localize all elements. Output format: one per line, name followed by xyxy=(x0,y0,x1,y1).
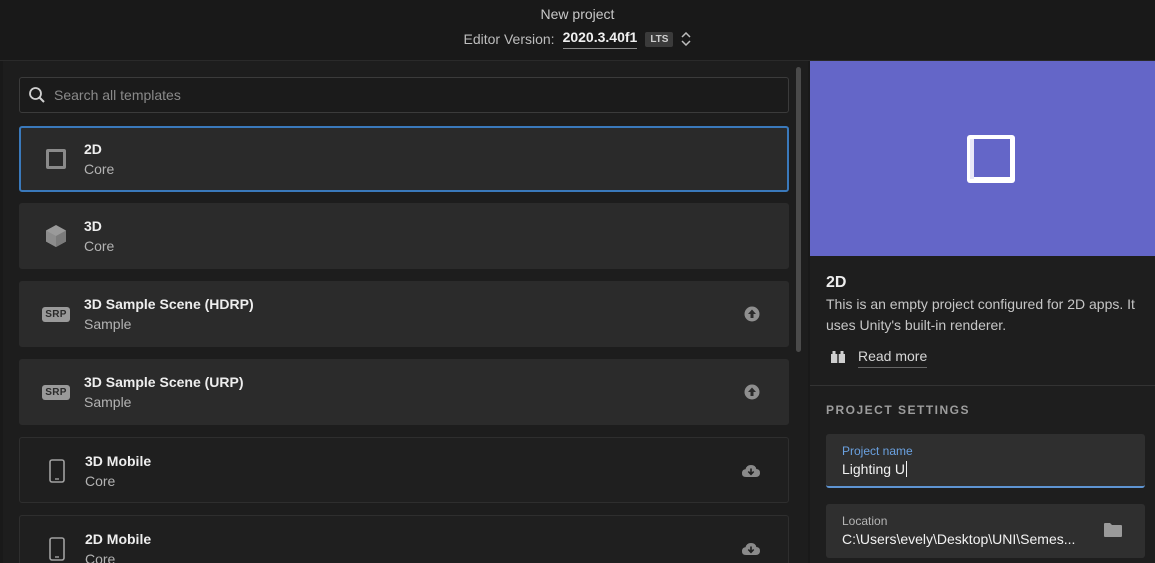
project-name-label: Project name xyxy=(842,444,913,458)
srp-icon: SRP xyxy=(42,379,70,405)
template-category: Core xyxy=(84,238,115,254)
template-card-2d[interactable]: 2D Core xyxy=(19,126,789,192)
template-detail-title: 2D xyxy=(826,274,847,291)
location-field[interactable]: Location C:\Users\evely\Desktop\UNI\Seme… xyxy=(826,504,1145,558)
cloud-download-icon[interactable] xyxy=(740,460,762,482)
template-name: 2D xyxy=(84,141,102,157)
project-name-input[interactable]: Lighting U xyxy=(842,461,907,477)
template-name: 3D Sample Scene (URP) xyxy=(84,374,244,390)
editor-version-label: Editor Version: xyxy=(463,31,555,47)
template-category: Sample xyxy=(84,316,132,332)
srp-icon-text: SRP xyxy=(42,306,70,322)
project-name-field[interactable]: Project name Lighting U xyxy=(826,434,1145,488)
template-name: 3D Mobile xyxy=(85,453,152,469)
template-card-3d-sample-urp[interactable]: SRP 3D Sample Scene (URP) Sample xyxy=(19,359,789,425)
template-category: Core xyxy=(84,161,115,177)
template-details-panel: 2D This is an empty project configured f… xyxy=(810,61,1155,563)
template-category: Sample xyxy=(84,394,132,410)
phone-icon xyxy=(44,458,70,484)
upgrade-icon[interactable] xyxy=(741,381,763,403)
template-name: 3D xyxy=(84,218,102,234)
template-preview-image xyxy=(810,61,1155,256)
template-list-panel: 2D Core 3D Core SRP 3D Sample Scene (HDR… xyxy=(3,61,808,563)
location-label: Location xyxy=(842,514,888,528)
phone-icon xyxy=(44,536,70,562)
srp-icon: SRP xyxy=(42,301,70,327)
editor-version-row: Editor Version: 2020.3.40f1 LTS xyxy=(0,29,1155,49)
template-description: This is an empty project configured for … xyxy=(826,296,1135,333)
window-title: New project xyxy=(540,6,615,22)
lts-badge: LTS xyxy=(645,31,674,47)
search-icon xyxy=(28,86,46,104)
scrollbar[interactable] xyxy=(796,67,801,352)
cube-3d-icon xyxy=(43,223,69,249)
cloud-download-icon[interactable] xyxy=(740,538,762,560)
folder-icon[interactable] xyxy=(1103,522,1123,543)
book-icon xyxy=(830,350,846,367)
template-category: Core xyxy=(85,551,116,563)
template-card-3d-sample-hdrp[interactable]: SRP 3D Sample Scene (HDRP) Sample xyxy=(19,281,789,347)
chevron-up-down-icon[interactable] xyxy=(681,32,691,46)
search-box[interactable] xyxy=(19,77,789,113)
srp-icon-text: SRP xyxy=(42,384,70,400)
upgrade-icon[interactable] xyxy=(741,303,763,325)
location-input[interactable]: C:\Users\evely\Desktop\UNI\Semes... xyxy=(842,531,1075,547)
read-more-label: Read more xyxy=(858,348,928,368)
editor-version-select[interactable]: 2020.3.40f1 xyxy=(562,29,638,49)
title-bar: New project Editor Version: 2020.3.40f1 … xyxy=(0,0,1155,61)
project-settings-heading: PROJECT SETTINGS xyxy=(826,403,971,417)
divider xyxy=(810,385,1155,386)
template-card-3d-mobile[interactable]: 3D Mobile Core xyxy=(19,437,789,503)
template-category: Core xyxy=(85,473,116,489)
square-2d-icon xyxy=(43,146,69,172)
template-name: 2D Mobile xyxy=(85,531,152,547)
template-card-3d[interactable]: 3D Core xyxy=(19,203,789,269)
read-more-link[interactable]: Read more xyxy=(830,348,928,368)
template-name: 3D Sample Scene (HDRP) xyxy=(84,296,254,312)
search-input[interactable] xyxy=(54,78,774,112)
template-card-2d-mobile[interactable]: 2D Mobile Core xyxy=(19,515,789,563)
